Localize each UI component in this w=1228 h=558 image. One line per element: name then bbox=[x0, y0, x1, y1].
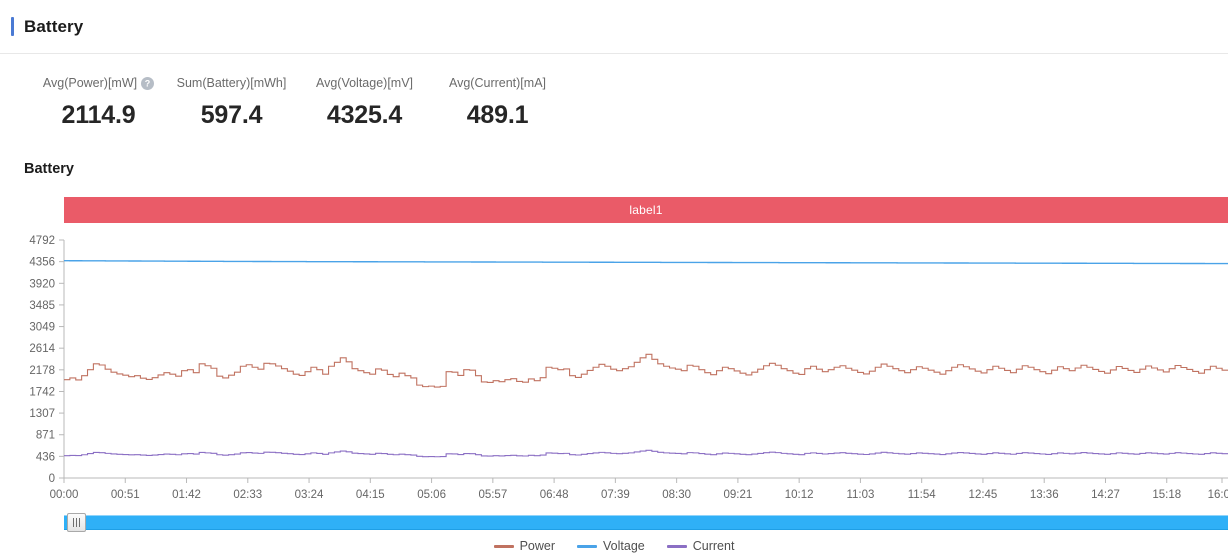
metric-avg-current: Avg(Current)[mA] 489.1 bbox=[431, 60, 564, 150]
battery-dashboard: Battery Avg(Power)[mW] ? 2114.9 Sum(Batt… bbox=[0, 0, 1228, 558]
metric-label-row: Avg(Power)[mW] ? bbox=[42, 76, 155, 90]
metric-sum-battery: Sum(Battery)[mWh] 597.4 bbox=[165, 60, 298, 150]
battery-chart: label1 0 436 871 1307 1742 2178 2614 3049 3485 39… bbox=[0, 188, 1228, 558]
legend-label: Voltage bbox=[603, 539, 645, 553]
svg-text:11:03: 11:03 bbox=[846, 489, 874, 500]
metric-value: 4325.4 bbox=[326, 101, 403, 129]
svg-text:13:36: 13:36 bbox=[1030, 489, 1059, 500]
datazoom-slider[interactable] bbox=[64, 513, 1228, 532]
svg-text:871: 871 bbox=[36, 430, 55, 442]
svg-text:14:27: 14:27 bbox=[1091, 489, 1120, 500]
svg-text:?: ? bbox=[145, 78, 151, 88]
line-chart-svg: 0 436 871 1307 1742 2178 2614 3049 3485 3920 4356 4… bbox=[29, 235, 1228, 500]
svg-text:00:51: 00:51 bbox=[111, 489, 140, 500]
svg-text:07:39: 07:39 bbox=[601, 489, 630, 500]
legend-item-voltage[interactable]: Voltage bbox=[577, 539, 645, 553]
metric-avg-power: Avg(Power)[mW] ? 2114.9 bbox=[32, 60, 165, 150]
svg-text:436: 436 bbox=[36, 451, 55, 463]
legend-label: Power bbox=[519, 539, 556, 553]
legend-item-power[interactable]: Power bbox=[493, 539, 556, 553]
svg-text:15:18: 15:18 bbox=[1152, 489, 1181, 500]
drag-handle-icon bbox=[73, 518, 74, 527]
metric-label-row: Avg(Voltage)[mV] bbox=[316, 76, 413, 90]
legend-swatch bbox=[493, 544, 514, 548]
legend-item-current[interactable]: Current bbox=[666, 539, 735, 553]
legend-label: Current bbox=[692, 539, 735, 553]
svg-text:06:48: 06:48 bbox=[540, 489, 569, 500]
page-title: Battery bbox=[24, 16, 84, 36]
svg-text:10:12: 10:12 bbox=[785, 489, 814, 500]
chart-legend: Power Voltage Current bbox=[0, 539, 1228, 553]
svg-text:2614: 2614 bbox=[29, 343, 55, 355]
svg-text:4792: 4792 bbox=[29, 235, 55, 247]
metric-label: Avg(Current)[mA] bbox=[448, 76, 546, 90]
svg-text:2178: 2178 bbox=[29, 365, 55, 377]
metric-label-row: Avg(Current)[mA] bbox=[449, 76, 546, 90]
svg-text:3920: 3920 bbox=[29, 278, 55, 290]
svg-text:16:09: 16:09 bbox=[1208, 489, 1228, 500]
svg-text:11:54: 11:54 bbox=[908, 489, 937, 500]
metric-value: 489.1 bbox=[466, 101, 529, 129]
label-band-text: label1 bbox=[629, 203, 663, 217]
svg-text:1307: 1307 bbox=[29, 408, 55, 420]
legend-swatch bbox=[577, 544, 598, 548]
chart-section-title: Battery bbox=[24, 161, 74, 177]
plot-area[interactable]: 0 436 871 1307 1742 2178 2614 3049 3485 3920 4356 4… bbox=[0, 232, 1228, 500]
metrics-summary: Avg(Power)[mW] ? 2114.9 Sum(Battery)[mWh… bbox=[0, 60, 1228, 150]
svg-text:1742: 1742 bbox=[29, 386, 55, 398]
datazoom-left-handle[interactable] bbox=[67, 513, 86, 532]
svg-text:05:06: 05:06 bbox=[417, 489, 446, 500]
svg-text:04:15: 04:15 bbox=[356, 489, 385, 500]
metric-avg-voltage: Avg(Voltage)[mV] 4325.4 bbox=[298, 60, 431, 150]
svg-text:09:21: 09:21 bbox=[724, 489, 753, 500]
svg-text:12:45: 12:45 bbox=[969, 489, 998, 500]
svg-text:02:33: 02:33 bbox=[233, 489, 262, 500]
svg-text:05:57: 05:57 bbox=[478, 489, 507, 500]
svg-text:08:30: 08:30 bbox=[662, 489, 691, 500]
metric-label: Avg(Voltage)[mV] bbox=[315, 76, 414, 90]
metric-value: 597.4 bbox=[200, 101, 263, 129]
svg-text:0: 0 bbox=[49, 473, 55, 485]
page-header: Battery bbox=[0, 0, 1228, 54]
datazoom-track[interactable] bbox=[64, 515, 1228, 530]
metric-label: Avg(Power)[mW] bbox=[42, 76, 138, 90]
svg-text:4356: 4356 bbox=[29, 257, 55, 269]
drag-handle-icon bbox=[79, 518, 80, 527]
svg-text:03:24: 03:24 bbox=[295, 489, 324, 500]
svg-text:00:00: 00:00 bbox=[50, 489, 79, 500]
metric-label: Sum(Battery)[mWh] bbox=[176, 76, 287, 90]
metric-label-row: Sum(Battery)[mWh] bbox=[177, 76, 287, 90]
drag-handle-icon bbox=[76, 518, 77, 527]
svg-text:3049: 3049 bbox=[29, 322, 55, 334]
legend-swatch bbox=[666, 544, 687, 548]
question-mark-circle-icon[interactable]: ? bbox=[141, 76, 155, 90]
title-accent-bar bbox=[11, 17, 14, 36]
svg-text:01:42: 01:42 bbox=[172, 489, 201, 500]
metric-value: 2114.9 bbox=[61, 101, 136, 129]
svg-text:3485: 3485 bbox=[29, 300, 55, 312]
label-band[interactable]: label1 bbox=[64, 197, 1228, 223]
